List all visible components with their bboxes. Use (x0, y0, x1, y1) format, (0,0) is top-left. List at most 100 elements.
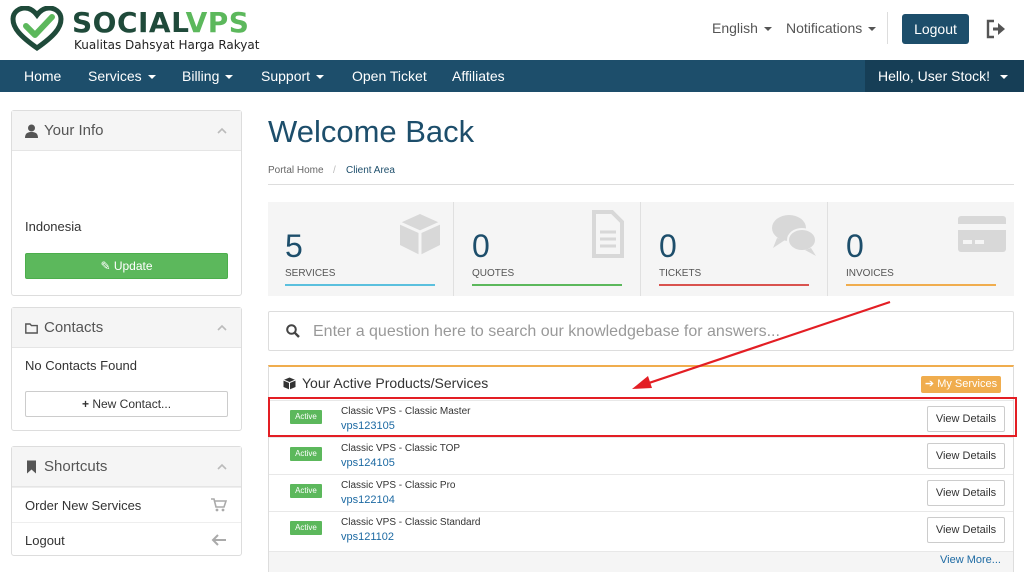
nav-affiliates[interactable]: Affiliates (452, 60, 505, 92)
product-row: Active Classic VPS - Classic Pro vps1221… (269, 474, 1013, 511)
pencil-icon: ✎ (100, 259, 111, 273)
status-badge: Active (290, 484, 322, 498)
logo[interactable]: SOCIALVPS Kualitas Dahsyat Harga Rakyat (10, 4, 270, 56)
panel-footer (269, 551, 1013, 572)
stat-tickets[interactable]: 0 TICKETS (642, 202, 828, 296)
shortcut-label: Order New Services (25, 498, 142, 513)
chevron-down-icon (763, 27, 772, 32)
user-icon (25, 124, 38, 138)
annotation-arrow-icon (632, 300, 891, 389)
stat-invoices[interactable]: 0 INVOICES (829, 202, 1015, 296)
chevron-down-icon (316, 75, 325, 80)
nav-support[interactable]: Support (261, 60, 325, 92)
product-domain-link[interactable]: vps122104 (341, 494, 395, 506)
cube-icon (283, 377, 296, 390)
language-dropdown[interactable]: English (712, 20, 772, 36)
brand-tagline: Kualitas Dahsyat Harga Rakyat (74, 38, 260, 52)
plus-icon: + (81, 397, 89, 411)
product-name: Classic VPS - Classic Standard (341, 517, 481, 528)
my-services-button[interactable]: ➔ My Services (921, 376, 1001, 393)
product-row: Active Classic VPS - Classic Standard vp… (269, 511, 1013, 548)
new-contact-button[interactable]: + New Contact... (25, 391, 228, 417)
sign-out-icon[interactable] (985, 19, 1007, 39)
stat-services[interactable]: 5 SERVICES (268, 202, 454, 296)
nav-open-ticket[interactable]: Open Ticket (352, 60, 427, 92)
stat-label: QUOTES (472, 268, 515, 279)
breadcrumb-home[interactable]: Portal Home (268, 165, 324, 176)
nav-billing[interactable]: Billing (182, 60, 234, 92)
view-details-button[interactable]: View Details (927, 480, 1005, 506)
stat-underline (846, 284, 996, 286)
stat-label: SERVICES (285, 268, 336, 279)
product-name: Classic VPS - Classic TOP (341, 443, 461, 454)
credit-card-icon (958, 216, 1006, 252)
chevron-up-icon[interactable] (217, 323, 227, 333)
language-label: English (712, 20, 758, 36)
chevron-down-icon (1000, 75, 1009, 80)
panel-header[interactable]: Your Info (12, 111, 241, 151)
nav-home[interactable]: Home (24, 60, 61, 92)
my-services-label: My Services (937, 378, 998, 390)
brand-name: SOCIALVPS (72, 6, 250, 39)
bookmark-icon (27, 460, 36, 474)
user-greeting: Hello, User Stock! (878, 68, 991, 84)
stat-quotes[interactable]: 0 QUOTES (455, 202, 641, 296)
product-domain-link[interactable]: vps121102 (341, 531, 394, 543)
panel-title: Shortcuts (44, 458, 108, 475)
divider (887, 12, 888, 44)
update-label: Update (113, 259, 153, 273)
user-menu[interactable]: Hello, User Stock! (865, 60, 1024, 92)
status-badge: Active (290, 521, 322, 535)
no-contacts-text: No Contacts Found (25, 358, 138, 373)
stat-count: 5 (285, 228, 303, 264)
stat-count: 0 (659, 228, 677, 264)
chevron-up-icon[interactable] (217, 126, 227, 136)
top-bar: SOCIALVPS Kualitas Dahsyat Harga Rakyat … (0, 0, 1024, 60)
breadcrumb-separator: / (333, 165, 336, 176)
notifications-dropdown[interactable]: Notifications (786, 20, 877, 36)
nav-services-label: Services (88, 68, 142, 84)
contacts-panel: Contacts No Contacts Found + New Contact… (11, 307, 242, 431)
status-badge: Active (290, 447, 322, 461)
chevron-down-icon (868, 27, 877, 32)
chevron-down-icon (147, 75, 156, 80)
view-more-link[interactable]: View More... (940, 554, 1001, 566)
annotation-highlight-box (268, 397, 1017, 437)
nav-services[interactable]: Services (88, 60, 156, 92)
view-details-button[interactable]: View Details (927, 517, 1005, 543)
nav-billing-label: Billing (182, 68, 220, 84)
stat-count: 0 (846, 228, 864, 264)
stat-count: 0 (472, 228, 490, 264)
arrow-right-icon: ➔ (924, 378, 935, 390)
stat-underline (472, 284, 622, 286)
page-title: Welcome Back (268, 114, 475, 149)
shortcuts-panel: Shortcuts Order New Services Logout (11, 446, 242, 556)
panel-title: Contacts (44, 319, 104, 336)
stat-label: INVOICES (846, 268, 894, 279)
stat-underline (285, 284, 435, 286)
stat-underline (659, 284, 809, 286)
shortcut-logout[interactable]: Logout (12, 522, 241, 557)
shortcut-label: Logout (25, 533, 65, 548)
client-country: Indonesia (25, 219, 82, 234)
search-icon (286, 324, 300, 338)
panel-header[interactable]: Contacts (12, 308, 241, 348)
nav-support-label: Support (261, 68, 311, 84)
stats-tiles: 5 SERVICES 0 QUOTES 0 TICKETS 0 INVOICES (268, 202, 1014, 296)
shortcut-order-new-services[interactable]: Order New Services (12, 487, 241, 522)
breadcrumb: Portal Home / Client Area (268, 157, 1014, 185)
product-row: Active Classic VPS - Classic TOP vps1241… (269, 437, 1013, 474)
breadcrumb-current: Client Area (346, 165, 395, 176)
notifications-label: Notifications (786, 20, 863, 36)
chevron-up-icon[interactable] (217, 462, 227, 472)
update-button[interactable]: ✎ Update (25, 253, 228, 279)
logout-button[interactable]: Logout (902, 14, 969, 44)
cube-icon (399, 214, 441, 255)
panel-title: Your Info (44, 122, 104, 139)
comments-icon (772, 215, 817, 256)
new-contact-label: New Contact... (92, 397, 172, 411)
product-domain-link[interactable]: vps124105 (341, 457, 395, 469)
view-details-button[interactable]: View Details (927, 443, 1005, 469)
product-name: Classic VPS - Classic Pro (341, 480, 456, 491)
panel-header[interactable]: Shortcuts (12, 447, 241, 487)
